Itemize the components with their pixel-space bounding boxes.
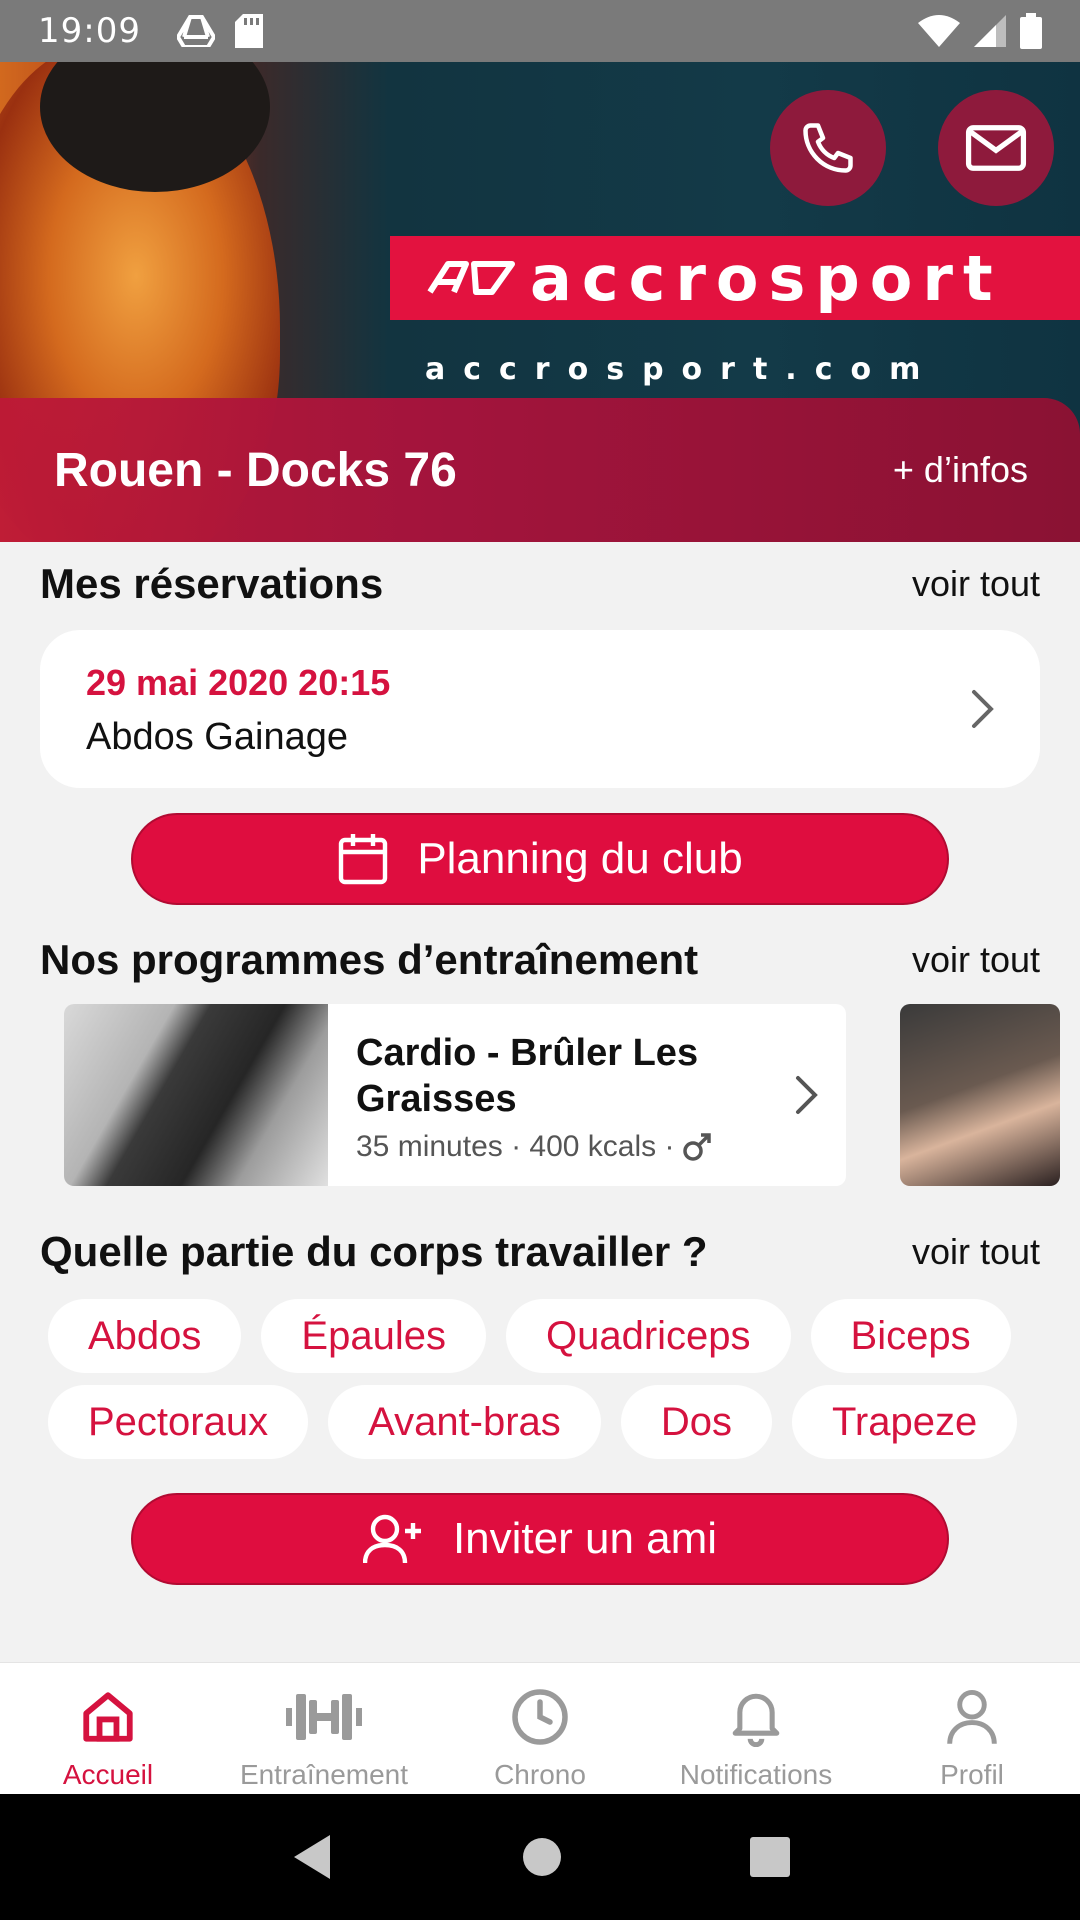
signal-icon	[974, 15, 1006, 47]
nav-tab-home[interactable]: Accueil	[0, 1663, 216, 1794]
chip-quadriceps[interactable]: Quadriceps	[505, 1299, 791, 1373]
program-card-next-thumbnail[interactable]	[900, 1004, 1060, 1186]
chip-trapeze[interactable]: Trapeze	[791, 1385, 1018, 1459]
phone-icon	[803, 123, 853, 173]
club-planning-label: Planning du club	[417, 834, 743, 883]
clock-icon	[512, 1689, 568, 1745]
nav-label-training: Entraînement	[239, 1759, 409, 1790]
nav-tab-training[interactable]: Entraînement	[216, 1663, 432, 1794]
program-thumbnail	[64, 1004, 328, 1186]
nav-label-home: Accueil	[62, 1759, 154, 1790]
nav-label-notifications: Notifications	[679, 1759, 833, 1790]
user-icon	[947, 1690, 997, 1744]
male-icon	[683, 1133, 712, 1161]
chip-avant-bras[interactable]: Avant-bras	[328, 1385, 601, 1459]
chip-pectoraux[interactable]: Pectoraux	[48, 1385, 309, 1459]
status-time: 19:09	[38, 11, 141, 51]
reservation-card[interactable]: 29 mai 2020 20:15 Abdos Gainage	[40, 630, 1040, 788]
reservation-class-name: Abdos Gainage	[86, 716, 348, 758]
programs-header: Nos programmes d’entraînement voir tout	[40, 936, 1040, 984]
body-parts-row-2: Pectoraux Avant-bras Dos Trapeze	[48, 1385, 1048, 1459]
wifi-icon	[918, 15, 960, 47]
brand-mark-icon	[427, 261, 515, 295]
club-name: Rouen - Docks 76	[54, 443, 457, 497]
chip-biceps[interactable]: Biceps	[810, 1299, 1011, 1373]
club-planning-button[interactable]: Planning du club	[131, 813, 949, 905]
programs-carousel[interactable]: Cardio - Brûler Les Graisses 35 minutes …	[0, 1004, 1080, 1188]
invite-friend-button[interactable]: Inviter un ami	[131, 1493, 949, 1585]
calendar-icon	[339, 834, 388, 885]
club-hero-banner: accrosport accrosport.com Rouen - Docks …	[0, 62, 1080, 542]
home-circle-icon[interactable]	[522, 1837, 562, 1877]
body-parts-see-all-link[interactable]: voir tout	[912, 1231, 1040, 1273]
program-meta: 35 minutes · 400 kcals ·	[356, 1130, 675, 1163]
home-icon	[83, 1692, 133, 1742]
nav-label-profile: Profil	[940, 1759, 1004, 1790]
brand-url: accrosport.com	[425, 352, 939, 387]
reservations-see-all-link[interactable]: voir tout	[912, 563, 1040, 605]
chip-dos[interactable]: Dos	[620, 1385, 772, 1459]
sd-card-icon	[234, 14, 263, 48]
program-card[interactable]: Cardio - Brûler Les Graisses 35 minutes …	[64, 1004, 846, 1186]
drive-icon	[176, 15, 215, 47]
back-icon[interactable]	[290, 1833, 334, 1881]
chip-abdos[interactable]: Abdos	[48, 1299, 242, 1373]
more-info-link[interactable]: + d’infos	[893, 449, 1028, 491]
nav-tab-chrono[interactable]: Chrono	[432, 1663, 648, 1794]
brand-logo: accrosport	[390, 236, 1080, 320]
reservations-header: Mes réservations voir tout	[40, 560, 1040, 608]
programs-title: Nos programmes d’entraînement	[40, 936, 699, 983]
reservation-date: 29 mai 2020 20:15	[86, 662, 391, 703]
body-parts-row-1: Abdos Épaules Quadriceps Biceps	[48, 1299, 1048, 1373]
club-info-bar: Rouen - Docks 76 + d’infos	[0, 398, 1080, 542]
battery-icon	[1020, 13, 1042, 49]
system-navigation-bar	[0, 1794, 1080, 1920]
nav-tab-profile[interactable]: Profil	[864, 1663, 1080, 1794]
chip-epaules[interactable]: Épaules	[261, 1299, 486, 1373]
bottom-navigation: Accueil Entraînement Chrono Notification…	[0, 1662, 1080, 1794]
chevron-right-icon	[796, 1076, 818, 1114]
reservations-title: Mes réservations	[40, 560, 384, 607]
add-user-icon	[362, 1514, 421, 1564]
invite-friend-label: Inviter un ami	[452, 1514, 718, 1563]
dumbbell-icon	[286, 1694, 362, 1740]
nav-tab-notifications[interactable]: Notifications	[648, 1663, 864, 1794]
recents-icon[interactable]	[750, 1837, 790, 1877]
nav-label-chrono: Chrono	[494, 1759, 586, 1790]
brand-name: accrosport	[530, 241, 1003, 315]
programs-see-all-link[interactable]: voir tout	[912, 939, 1040, 981]
status-bar: 19:09	[0, 0, 1080, 62]
call-button[interactable]	[770, 90, 886, 206]
email-button[interactable]	[938, 90, 1054, 206]
mail-icon	[965, 125, 1027, 171]
bell-icon	[732, 1693, 780, 1747]
body-parts-title: Quelle partie du corps travailler ?	[40, 1228, 708, 1275]
program-title: Cardio - Brûler Les Graisses	[356, 1032, 699, 1120]
body-parts-header: Quelle partie du corps travailler ? voir…	[40, 1228, 1040, 1276]
chevron-right-icon	[972, 690, 994, 728]
